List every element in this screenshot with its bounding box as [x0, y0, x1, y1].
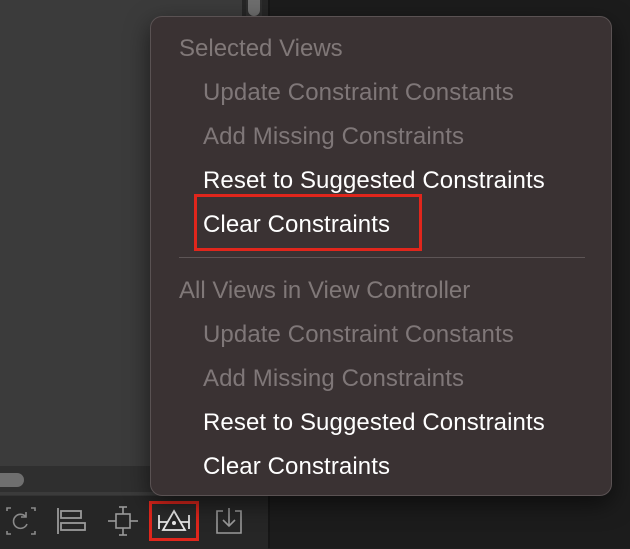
- menu-item-reset-to-suggested-constraints[interactable]: Reset to Suggested Constraints: [203, 166, 545, 196]
- menu-item-update-constraint-constants: Update Constraint Constants: [203, 79, 514, 106]
- menu-item-update-constraint-constants-all: Update Constraint Constants: [203, 321, 514, 348]
- add-new-constraints-icon[interactable]: [106, 506, 140, 536]
- resolve-auto-layout-issues-icon[interactable]: [149, 501, 199, 541]
- menu-separator: [179, 257, 585, 258]
- menu-section-header-selected-views: Selected Views: [179, 35, 343, 62]
- menu-item-reset-to-suggested-constraints-all[interactable]: Reset to Suggested Constraints: [203, 408, 545, 438]
- menu-section-header-all-views: All Views in View Controller: [179, 277, 471, 304]
- menu-item-clear-constraints-all[interactable]: Clear Constraints: [203, 452, 390, 482]
- align-icon[interactable]: [54, 506, 88, 536]
- resolve-auto-layout-issues-menu: Selected Views Update Constraint Constan…: [150, 16, 612, 496]
- auto-layout-toolbar: [0, 495, 268, 549]
- horizontal-scroll-thumb[interactable]: [0, 473, 24, 487]
- menu-item-add-missing-constraints-all: Add Missing Constraints: [203, 365, 465, 392]
- vertical-scroll-thumb[interactable]: [248, 0, 260, 16]
- annotation-highlight-box: [194, 194, 422, 251]
- update-frames-icon[interactable]: [4, 506, 38, 536]
- embed-in-icon[interactable]: [212, 506, 246, 536]
- menu-item-add-missing-constraints: Add Missing Constraints: [203, 123, 465, 150]
